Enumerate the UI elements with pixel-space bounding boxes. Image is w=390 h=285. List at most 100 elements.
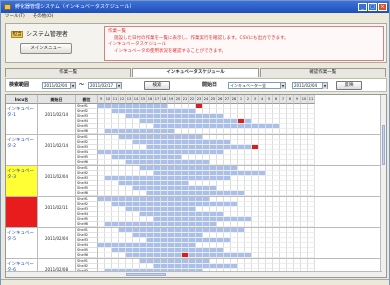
schedule-cell[interactable] xyxy=(161,160,168,165)
schedule-cell[interactable] xyxy=(210,253,217,258)
schedule-cell[interactable] xyxy=(273,129,280,134)
incubator-select[interactable]: インキュベーター全 ▼ xyxy=(228,82,286,89)
schedule-cell[interactable] xyxy=(154,160,161,165)
schedule-cell[interactable] xyxy=(175,160,182,165)
schedule-cell[interactable] xyxy=(224,129,231,134)
vertical-scrollbar[interactable] xyxy=(380,95,386,277)
schedule-cell[interactable] xyxy=(252,191,259,196)
schedule-cell[interactable] xyxy=(203,191,210,196)
schedule-cell[interactable] xyxy=(287,191,294,196)
schedule-cell[interactable] xyxy=(266,191,273,196)
schedule-cell[interactable] xyxy=(280,191,287,196)
main-menu-button[interactable]: メインメニュー xyxy=(20,43,72,54)
schedule-cell[interactable] xyxy=(112,253,119,258)
schedule-cell[interactable] xyxy=(112,129,119,134)
schedule-cell[interactable] xyxy=(119,191,126,196)
schedule-cell[interactable] xyxy=(168,253,175,258)
schedule-cell[interactable] xyxy=(182,160,189,165)
schedule-cell[interactable] xyxy=(168,222,175,227)
schedule-cell[interactable] xyxy=(231,191,238,196)
schedule-cell[interactable] xyxy=(210,191,217,196)
schedule-cell[interactable] xyxy=(259,129,266,134)
schedule-cell[interactable] xyxy=(294,160,301,165)
incubator-name[interactable] xyxy=(6,197,38,227)
schedule-cell[interactable] xyxy=(182,253,189,258)
incubator-name[interactable]: インキュベータ-2 xyxy=(6,135,38,165)
schedule-cell[interactable] xyxy=(189,191,196,196)
schedule-cell[interactable] xyxy=(217,222,224,227)
schedule-cell[interactable] xyxy=(140,160,147,165)
schedule-cell[interactable] xyxy=(98,160,105,165)
schedule-cell[interactable] xyxy=(287,129,294,134)
schedule-cell[interactable] xyxy=(203,222,210,227)
schedule-cell[interactable] xyxy=(154,191,161,196)
schedule-cell[interactable] xyxy=(140,191,147,196)
schedule-cell[interactable] xyxy=(140,253,147,258)
schedule-cell[interactable] xyxy=(98,253,105,258)
menu-other[interactable]: その他(O) xyxy=(33,13,54,21)
schedule-cell[interactable] xyxy=(259,222,266,227)
schedule-cell[interactable] xyxy=(231,222,238,227)
maximize-button[interactable]: □ xyxy=(368,3,377,11)
schedule-cell[interactable] xyxy=(231,160,238,165)
chevron-down-icon[interactable]: ▼ xyxy=(70,83,75,89)
schedule-cell[interactable] xyxy=(252,253,259,258)
schedule-cell[interactable] xyxy=(133,222,140,227)
schedule-cell[interactable] xyxy=(182,129,189,134)
schedule-cell[interactable] xyxy=(238,222,245,227)
schedule-cell[interactable] xyxy=(301,222,308,227)
schedule-cell[interactable] xyxy=(133,129,140,134)
chevron-down-icon[interactable]: ▼ xyxy=(280,83,285,89)
schedule-cell[interactable] xyxy=(266,129,273,134)
tab-incubator-schedule[interactable]: インキュベータスケジュール xyxy=(132,68,259,77)
schedule-cell[interactable] xyxy=(294,253,301,258)
schedule-cell[interactable] xyxy=(196,129,203,134)
schedule-cell[interactable] xyxy=(259,160,266,165)
schedule-cell[interactable] xyxy=(259,191,266,196)
start-date-field[interactable]: 2011/02/04 ▼ xyxy=(292,82,328,89)
schedule-cell[interactable] xyxy=(266,160,273,165)
schedule-cell[interactable] xyxy=(126,222,133,227)
schedule-cell[interactable] xyxy=(301,160,308,165)
schedule-cell[interactable] xyxy=(287,160,294,165)
schedule-cell[interactable] xyxy=(161,253,168,258)
schedule-cell[interactable] xyxy=(126,129,133,134)
schedule-cell[interactable] xyxy=(231,129,238,134)
schedule-cell[interactable] xyxy=(168,191,175,196)
schedule-cell[interactable] xyxy=(105,160,112,165)
schedule-cell[interactable] xyxy=(294,191,301,196)
schedule-cell[interactable] xyxy=(168,160,175,165)
schedule-cell[interactable] xyxy=(147,253,154,258)
menu-tools[interactable]: ツール(T) xyxy=(5,13,25,21)
schedule-cell[interactable] xyxy=(105,191,112,196)
schedule-cell[interactable] xyxy=(301,191,308,196)
schedule-cell[interactable] xyxy=(147,160,154,165)
apply-button[interactable]: 反映 xyxy=(336,81,362,90)
schedule-cell[interactable] xyxy=(147,222,154,227)
schedule-cell[interactable] xyxy=(154,129,161,134)
schedule-cell[interactable] xyxy=(217,253,224,258)
schedule-cell[interactable] xyxy=(196,253,203,258)
schedule-cell[interactable] xyxy=(133,160,140,165)
schedule-cell[interactable] xyxy=(189,253,196,258)
schedule-cell[interactable] xyxy=(154,222,161,227)
schedule-cell[interactable] xyxy=(252,222,259,227)
schedule-cell[interactable] xyxy=(245,129,252,134)
schedule-cell[interactable] xyxy=(196,191,203,196)
schedule-cell[interactable] xyxy=(301,129,308,134)
schedule-cell[interactable] xyxy=(308,160,315,165)
incubator-name[interactable]: インキュベータ-5 xyxy=(6,228,38,258)
tab-confirm-list[interactable]: 確認作業一覧 xyxy=(259,68,386,77)
schedule-cell[interactable] xyxy=(203,160,210,165)
schedule-cell[interactable] xyxy=(119,129,126,134)
schedule-cell[interactable] xyxy=(98,191,105,196)
incubator-name[interactable]: インキュベータ-3 xyxy=(6,166,38,196)
schedule-cell[interactable] xyxy=(252,160,259,165)
schedule-cell[interactable] xyxy=(105,253,112,258)
schedule-cell[interactable] xyxy=(168,129,175,134)
schedule-cell[interactable] xyxy=(189,129,196,134)
scroll-thumb[interactable] xyxy=(382,125,385,165)
close-button[interactable]: × xyxy=(378,3,387,11)
schedule-cell[interactable] xyxy=(238,129,245,134)
schedule-cell[interactable] xyxy=(196,222,203,227)
